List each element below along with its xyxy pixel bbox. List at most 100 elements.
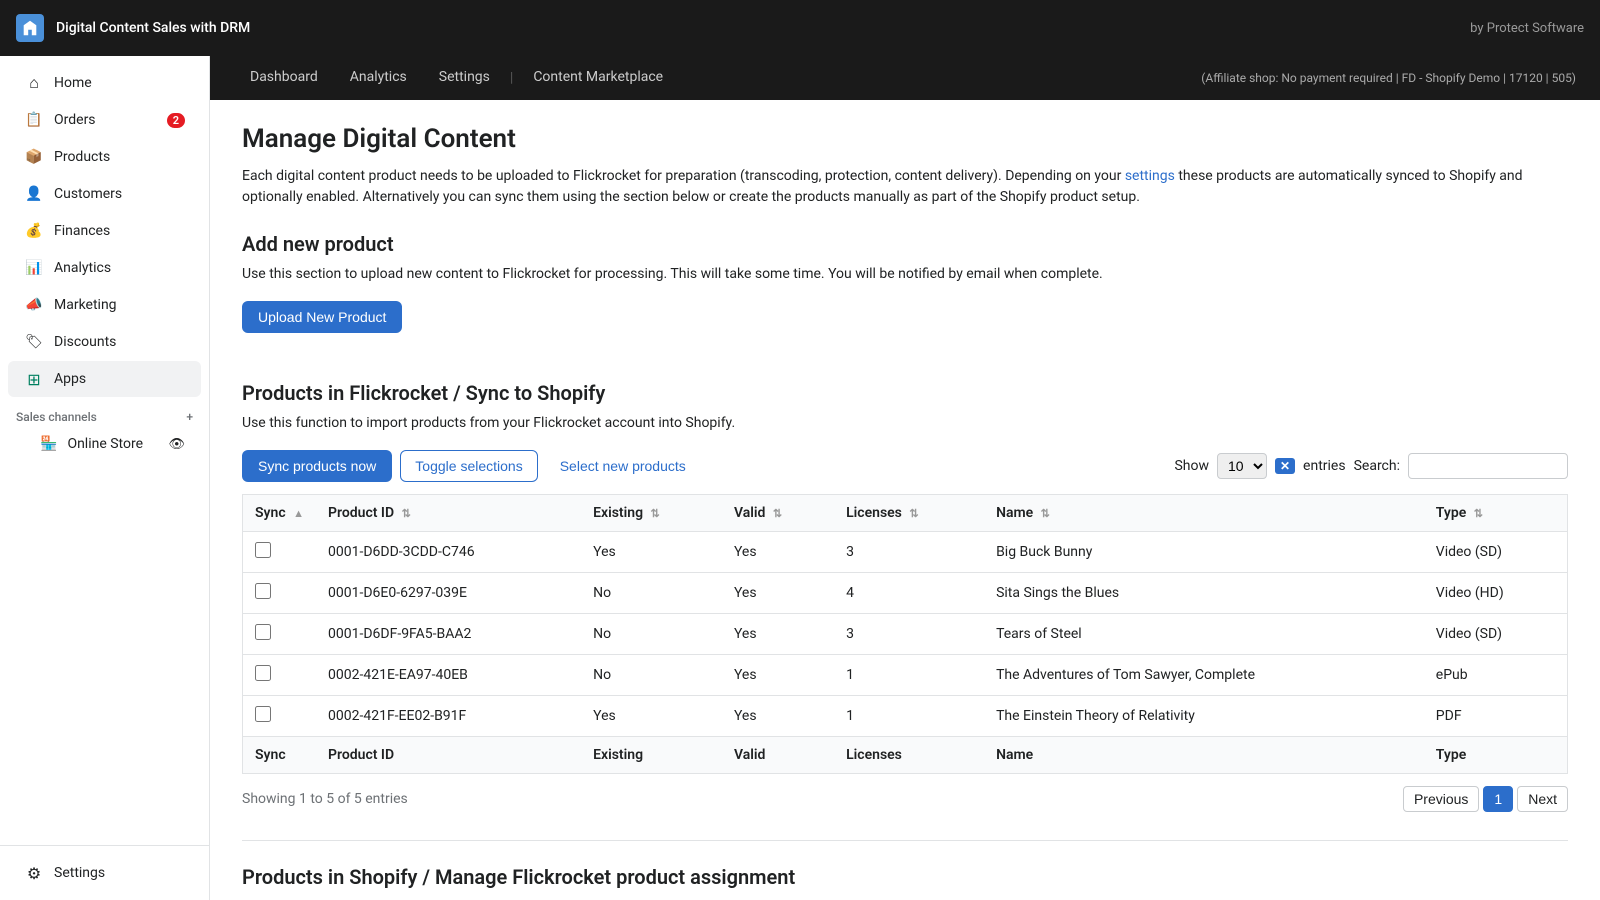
tfoot-sync: Sync — [243, 737, 317, 774]
sidebar-label-apps: Apps — [54, 371, 86, 387]
name-cell-4: The Einstein Theory of Relativity — [984, 696, 1424, 737]
th-sync: Sync ▲ — [243, 495, 317, 532]
product-id-cell-2: 0001-D6DF-9FA5-BAA2 — [316, 614, 581, 655]
apps-icon — [24, 369, 44, 389]
existing-cell-1: No — [581, 573, 722, 614]
sync-checkbox-1[interactable] — [255, 583, 271, 599]
sidebar-label-finances: Finances — [54, 223, 110, 239]
select-new-products-button[interactable]: Select new products — [546, 451, 700, 481]
valid-cell-4: Yes — [722, 696, 834, 737]
sidebar-item-online-store[interactable]: Online Store — [8, 429, 201, 459]
th-valid: Valid ⇅ — [722, 495, 834, 532]
col-sync-label: Sync — [255, 505, 286, 521]
pagination-info: Showing 1 to 5 of 5 entries — [242, 791, 408, 807]
marketing-icon — [24, 295, 44, 315]
nav-item-content-marketplace[interactable]: Content Marketplace — [517, 56, 679, 100]
col-valid-label: Valid — [734, 505, 765, 521]
th-existing: Existing ⇅ — [581, 495, 722, 532]
name-cell-1: Sita Sings the Blues — [984, 573, 1424, 614]
analytics-icon — [24, 258, 44, 278]
sync-checkbox-3[interactable] — [255, 665, 271, 681]
section-divider — [242, 840, 1568, 841]
app-title: Digital Content Sales with DRM — [56, 20, 250, 36]
sidebar-item-finances[interactable]: Finances — [8, 213, 201, 249]
customers-icon — [24, 184, 44, 204]
top-bar: Digital Content Sales with DRM by Protec… — [0, 0, 1600, 56]
table-row: 0002-421F-EE02-B91F Yes Yes 1 The Einste… — [243, 696, 1568, 737]
type-cell-1: Video (HD) — [1424, 573, 1568, 614]
sync-checkbox-0[interactable] — [255, 542, 271, 558]
sidebar-item-settings[interactable]: Settings — [8, 855, 201, 891]
shopify-section-title: Products in Shopify / Manage Flickrocket… — [242, 865, 1568, 889]
sidebar-item-customers[interactable]: Customers — [8, 176, 201, 212]
type-cell-3: ePub — [1424, 655, 1568, 696]
valid-cell-1: Yes — [722, 573, 834, 614]
sidebar-nav: Home Orders 2 Products Customers Finance… — [0, 56, 209, 845]
orders-icon — [24, 110, 44, 130]
valid-cell-0: Yes — [722, 532, 834, 573]
table-row: 0001-D6E0-6297-039E No Yes 4 Sita Sings … — [243, 573, 1568, 614]
sync-cell-1[interactable] — [243, 573, 317, 614]
existing-cell-2: No — [581, 614, 722, 655]
sidebar-label-products: Products — [54, 149, 110, 165]
sort-licenses-icon[interactable]: ⇅ — [909, 507, 918, 520]
page-main-desc: Each digital content product needs to be… — [242, 166, 1568, 208]
sidebar-item-analytics[interactable]: Analytics — [8, 250, 201, 286]
sort-product-id-icon[interactable]: ⇅ — [402, 507, 411, 520]
sync-checkbox-2[interactable] — [255, 624, 271, 640]
prev-page-button[interactable]: Previous — [1403, 786, 1479, 812]
entries-select[interactable]: 10 25 50 — [1217, 453, 1267, 479]
sidebar-item-marketing[interactable]: Marketing — [8, 287, 201, 323]
sort-name-icon[interactable]: ⇅ — [1041, 507, 1050, 520]
tfoot-existing: Existing — [581, 737, 722, 774]
tfoot-name: Name — [984, 737, 1424, 774]
sync-cell-0[interactable] — [243, 532, 317, 573]
sales-channels-section: Sales channels + — [0, 398, 209, 428]
nav-item-dashboard[interactable]: Dashboard — [234, 56, 334, 100]
col-name-label: Name — [996, 505, 1033, 521]
sidebar-label-analytics: Analytics — [54, 260, 111, 276]
add-product-desc: Use this section to upload new content t… — [242, 264, 1568, 285]
orders-badge: 2 — [167, 113, 185, 128]
eye-icon[interactable] — [168, 436, 185, 452]
upload-new-product-button[interactable]: Upload New Product — [242, 301, 402, 333]
sidebar-label-orders: Orders — [54, 112, 96, 128]
sort-sync-icon[interactable]: ▲ — [293, 507, 304, 520]
current-page-button[interactable]: 1 — [1483, 786, 1513, 812]
sidebar-item-orders[interactable]: Orders 2 — [8, 102, 201, 138]
sidebar-item-apps[interactable]: Apps — [8, 361, 201, 397]
toggle-selections-button[interactable]: Toggle selections — [400, 450, 537, 482]
sidebar-item-home[interactable]: Home — [8, 65, 201, 101]
col-licenses-label: Licenses — [846, 505, 902, 521]
name-cell-2: Tears of Steel — [984, 614, 1424, 655]
sort-existing-icon[interactable]: ⇅ — [651, 507, 660, 520]
sync-cell-3[interactable] — [243, 655, 317, 696]
clear-entries-badge[interactable]: ✕ — [1275, 458, 1295, 474]
type-cell-0: Video (SD) — [1424, 532, 1568, 573]
type-cell-4: PDF — [1424, 696, 1568, 737]
name-cell-0: Big Buck Bunny — [984, 532, 1424, 573]
page-content: Manage Digital Content Each digital cont… — [210, 100, 1600, 900]
search-input[interactable] — [1408, 453, 1568, 479]
sidebar-item-products[interactable]: Products — [8, 139, 201, 175]
sync-cell-2[interactable] — [243, 614, 317, 655]
settings-link[interactable]: settings — [1125, 168, 1175, 184]
nav-item-settings[interactable]: Settings — [423, 56, 506, 100]
next-page-button[interactable]: Next — [1517, 786, 1568, 812]
sync-products-button[interactable]: Sync products now — [242, 450, 392, 482]
col-existing-label: Existing — [593, 505, 643, 521]
tfoot-licenses: Licenses — [834, 737, 984, 774]
add-sales-channel-icon[interactable]: + — [186, 410, 193, 424]
product-id-cell-1: 0001-D6E0-6297-039E — [316, 573, 581, 614]
top-bar-by: by Protect Software — [1470, 21, 1584, 36]
sort-type-icon[interactable]: ⇅ — [1474, 507, 1483, 520]
sync-cell-4[interactable] — [243, 696, 317, 737]
nav-item-analytics[interactable]: Analytics — [334, 56, 423, 100]
sidebar-label-settings: Settings — [54, 865, 105, 881]
sidebar-item-discounts[interactable]: Discounts — [8, 324, 201, 360]
pagination: Showing 1 to 5 of 5 entries Previous 1 N… — [242, 786, 1568, 812]
col-type-label: Type — [1436, 505, 1466, 521]
sort-valid-icon[interactable]: ⇅ — [773, 507, 782, 520]
sync-checkbox-4[interactable] — [255, 706, 271, 722]
licenses-cell-3: 1 — [834, 655, 984, 696]
